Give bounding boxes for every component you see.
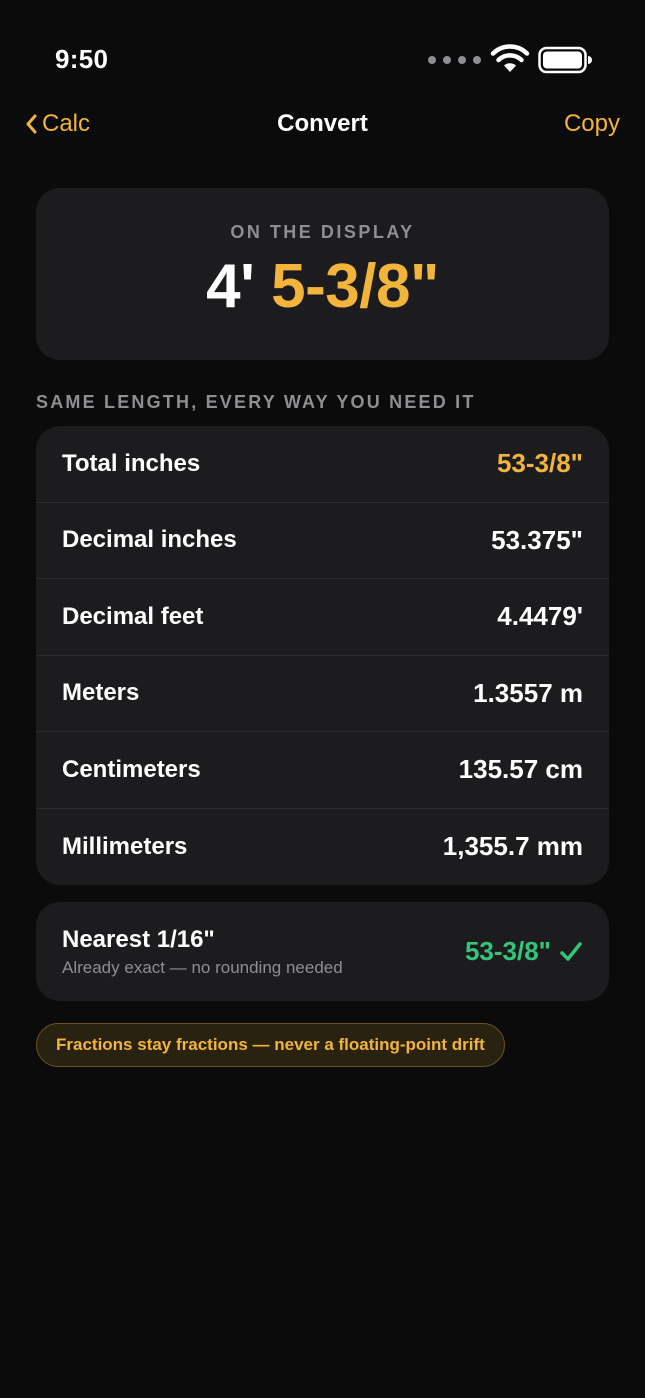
conversion-row-total-inches[interactable]: Total inches 53-3/8" (36, 426, 609, 503)
nearest-subtitle: Already exact — no rounding needed (62, 957, 343, 977)
conversion-value: 53.375" (491, 524, 583, 555)
conversion-row-meters[interactable]: Meters 1.3557 m (36, 656, 609, 732)
conversion-value: 1.3557 m (473, 677, 583, 708)
page-title: Convert (277, 110, 368, 137)
conversion-list: Total inches 53-3/8" Decimal inches 53.3… (36, 426, 609, 885)
nav-bar: Calc Convert Copy (0, 100, 645, 152)
conversion-row-millimeters[interactable]: Millimeters 1,355.7 mm (36, 809, 609, 886)
battery-icon (538, 46, 592, 74)
section-header: SAME LENGTH, EVERY WAY YOU NEED IT (36, 392, 476, 412)
conversion-label: Millimeters (62, 832, 188, 860)
conversion-label: Total inches (62, 449, 201, 477)
nearest-value: 53-3/8" (464, 936, 551, 966)
conversion-value: 135.57 cm (458, 754, 583, 785)
conversion-label: Decimal feet (62, 602, 204, 630)
display-feet: 4' (206, 252, 255, 321)
conversion-value: 1,355.7 mm (442, 831, 583, 862)
signal-dots-icon (428, 56, 481, 64)
wifi-icon (490, 44, 530, 72)
conversion-label: Centimeters (62, 755, 201, 783)
conversion-value: 4.4479' (497, 601, 583, 632)
info-pill: Fractions stay fractions — never a float… (36, 1023, 505, 1067)
conversion-label: Decimal inches (62, 526, 237, 554)
conversion-row-centimeters[interactable]: Centimeters 135.57 cm (36, 732, 609, 809)
status-time: 9:50 (55, 44, 109, 74)
chevron-left-icon (26, 114, 37, 134)
status-bar: 9:50 (0, 0, 645, 110)
conversion-row-decimal-inches[interactable]: Decimal inches 53.375" (36, 503, 609, 579)
copy-button[interactable]: Copy (564, 110, 620, 138)
nearest-text: Nearest 1/16" Already exact — no roundin… (62, 926, 343, 978)
display-card: ON THE DISPLAY 4' 5-3/8" (36, 188, 609, 360)
nearest-result: 53-3/8" (465, 936, 583, 967)
nearest-fraction-card[interactable]: Nearest 1/16" Already exact — no roundin… (36, 902, 609, 1001)
conversion-label: Meters (62, 679, 140, 707)
conversion-value: 53-3/8" (496, 448, 583, 479)
back-button-label: Calc (42, 110, 91, 137)
display-label: ON THE DISPLAY (230, 222, 415, 242)
display-inches: 5-3/8" (271, 252, 439, 321)
display-value: 4' 5-3/8" (36, 252, 609, 321)
back-button[interactable]: Calc (24, 110, 90, 138)
conversion-row-decimal-feet[interactable]: Decimal feet 4.4479' (36, 579, 609, 656)
nearest-title: Nearest 1/16" (62, 925, 215, 953)
checkmark-icon (560, 941, 582, 961)
